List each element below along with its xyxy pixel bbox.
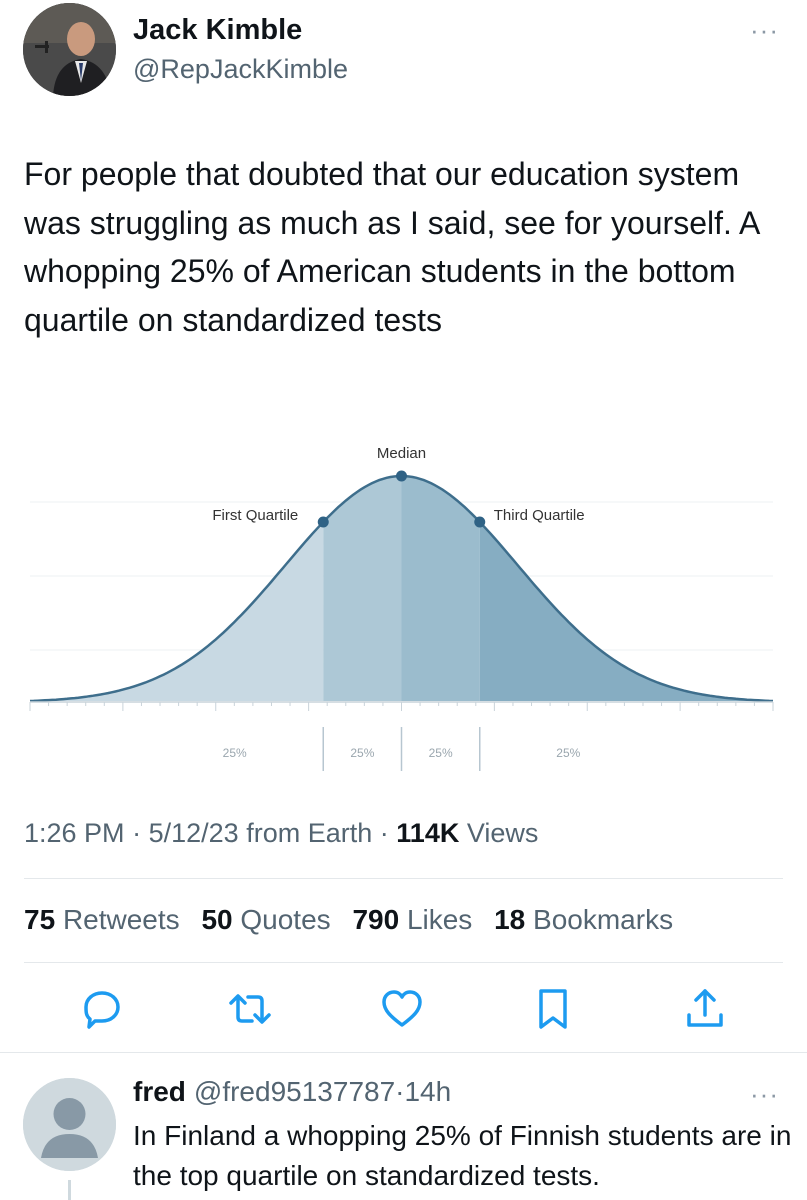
more-options-icon[interactable]: ··· [750,17,779,43]
share-icon[interactable] [681,985,729,1033]
quotes-stat[interactable]: 50 Quotes [201,904,330,935]
views-count: 114K [396,818,460,848]
bookmarks-stat[interactable]: 18 Bookmarks [494,904,673,935]
tweet-stats: 75 Retweets 50 Quotes 790 Likes 18 Bookm… [24,904,687,936]
author-avatar[interactable] [23,3,116,96]
divider [24,878,783,879]
quartile-marker [396,470,407,482]
tweet-source: from Earth [246,818,373,848]
likes-stat[interactable]: 790 Likes [352,904,472,935]
tweet-text: For people that doubted that our educati… [24,156,759,338]
segment-percent-label: 25% [556,746,580,760]
retweets-stat[interactable]: 75 Retweets [24,904,180,935]
marker-label: Median [377,445,426,462]
reply-time[interactable]: 14h [404,1076,451,1107]
reply-avatar[interactable] [23,1078,116,1171]
thread-line [68,1180,71,1200]
quartile-marker [474,516,486,528]
bookmark-icon[interactable] [529,985,577,1033]
tweet-chart-image[interactable]: First Quartile Median Third Quartile 25% 25%… [0,430,807,790]
reply-divider [0,1052,807,1053]
like-icon[interactable] [378,985,426,1033]
author-handle[interactable]: @RepJackKimble [133,54,348,85]
marker-label: Third Quartile [494,507,585,524]
segment-percent-label: 25% [350,746,374,760]
meta-separator: · [379,818,389,848]
reply-icon[interactable] [78,985,126,1033]
divider [24,962,783,963]
quartile-segment [30,522,324,701]
reply-header: fred @fred95137787·14h [133,1076,451,1108]
reply-more-options-icon[interactable]: ··· [750,1081,779,1107]
reply-author-name[interactable]: fred [133,1076,186,1107]
segment-percent-label: 25% [429,746,453,760]
quartile-segment [479,522,773,701]
tweet-actions [0,985,807,1041]
quartile-marker [317,516,329,528]
tweet-date[interactable]: 5/12/23 [149,818,239,848]
reply-text: In Finland a whopping 25% of Finnish stu… [133,1120,792,1191]
quartile-chart: First Quartile Median Third Quartile 25% 25%… [29,445,774,771]
tweet-time: 1:26 PM [24,818,125,848]
retweet-icon[interactable] [226,985,274,1033]
meta-separator: · [132,818,142,848]
tweet-meta: 1:26 PM · 5/12/23 from Earth · 114K View… [24,818,538,849]
segment-percent-label: 25% [223,746,247,760]
author-name[interactable]: Jack Kimble [133,14,302,47]
marker-label: First Quartile [212,507,298,524]
reply-author-handle[interactable]: @fred95137787 [194,1076,395,1107]
views-label: Views [466,818,539,848]
